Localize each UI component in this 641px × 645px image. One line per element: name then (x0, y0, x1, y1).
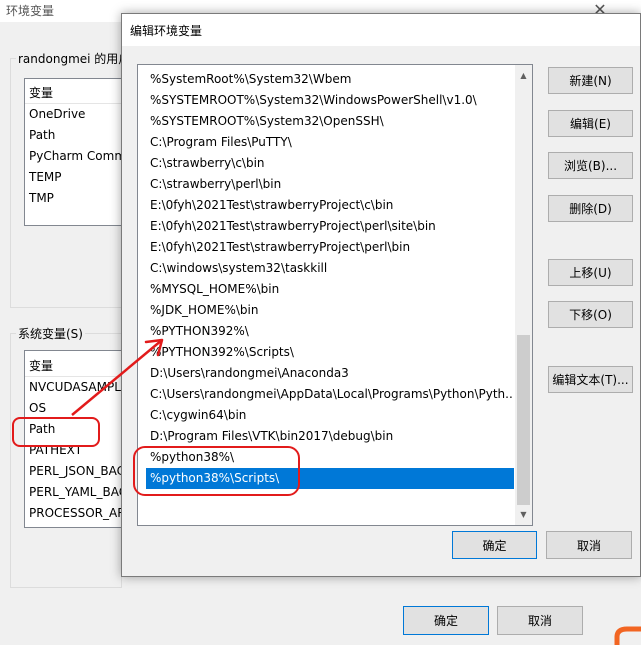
system-variable-row[interactable]: PERL_JSON_BAC (29, 464, 121, 478)
path-highlight-annotation (12, 417, 100, 447)
dialog-title: 编辑环境变量 (130, 24, 203, 38)
path-entry[interactable]: C:\windows\system32\taskkill (146, 258, 514, 279)
dialog-ok-button[interactable]: 确定 (452, 531, 537, 559)
path-entry[interactable]: E:\0fyh\2021Test\strawberryProject\perl\… (146, 237, 514, 258)
path-entry[interactable]: C:\Program Files\PuTTY\ (146, 132, 514, 153)
python38-entries-highlight-annotation (133, 446, 300, 496)
move-up-button[interactable]: 上移(U) (548, 259, 633, 286)
path-entry[interactable]: %SYSTEMROOT%\System32\WindowsPowerShell\… (146, 90, 514, 111)
vertical-scrollbar[interactable]: ▲ ▼ (515, 65, 532, 525)
path-entry[interactable]: D:\Program Files\VTK\bin2017\debug\bin (146, 426, 514, 447)
delete-button[interactable]: 删除(D) (548, 195, 633, 222)
dialog-titlebar: 编辑环境变量 (122, 14, 640, 46)
orange-logo-fragment (614, 626, 641, 645)
path-entry[interactable]: E:\0fyh\2021Test\strawberryProject\c\bin (146, 195, 514, 216)
user-variables-column-header: 变量 (29, 86, 54, 100)
new-button[interactable]: 新建(N) (548, 67, 633, 94)
edit-button[interactable]: 编辑(E) (548, 110, 633, 137)
user-variable-row[interactable]: Path (29, 128, 55, 142)
path-entry[interactable]: C:\strawberry\perl\bin (146, 174, 514, 195)
move-down-button[interactable]: 下移(O) (548, 301, 633, 328)
user-variable-row[interactable]: TMP (29, 191, 54, 205)
path-entry[interactable]: C:\Users\randongmei\AppData\Local\Progra… (146, 384, 514, 405)
path-entry[interactable]: %JDK_HOME%\bin (146, 300, 514, 321)
system-variable-row[interactable]: PERL_YAML_BAC (29, 485, 121, 499)
system-variable-row[interactable]: OS (29, 401, 46, 415)
path-entry[interactable]: %MYSQL_HOME%\bin (146, 279, 514, 300)
browse-button[interactable]: 浏览(B)... (548, 152, 633, 179)
scroll-down-arrow-icon[interactable]: ▼ (515, 506, 532, 523)
system-variable-row[interactable]: NVCUDASAMPL (29, 380, 121, 394)
user-variables-list[interactable]: 变量 OneDrive Path PyCharm Comm TEMP TMP (24, 78, 122, 226)
user-variable-row[interactable]: TEMP (29, 170, 62, 184)
scrollbar-thumb[interactable] (517, 335, 530, 505)
system-variable-row[interactable]: PROCESSOR_AR (29, 506, 121, 520)
system-variables-column-header: 变量 (29, 359, 54, 373)
user-variables-label: randongmei 的用户 (16, 50, 133, 67)
background-cancel-button[interactable]: 取消 (497, 606, 583, 635)
user-variable-row[interactable]: OneDrive (29, 107, 85, 121)
path-entry[interactable]: C:\cygwin64\bin (146, 405, 514, 426)
window-title: 环境变量 (6, 4, 55, 18)
path-entry[interactable]: D:\Users\randongmei\Anaconda3 (146, 363, 514, 384)
scroll-up-arrow-icon[interactable]: ▲ (515, 67, 532, 84)
path-entry[interactable]: C:\strawberry\c\bin (146, 153, 514, 174)
dialog-cancel-button[interactable]: 取消 (546, 531, 632, 559)
edit-text-button[interactable]: 编辑文本(T)... (548, 366, 633, 393)
path-entry[interactable]: E:\0fyh\2021Test\strawberryProject\perl\… (146, 216, 514, 237)
path-entry[interactable]: %SYSTEMROOT%\System32\OpenSSH\ (146, 111, 514, 132)
background-ok-button[interactable]: 确定 (403, 606, 489, 635)
path-entry[interactable]: %PYTHON392%\Scripts\ (146, 342, 514, 363)
system-variables-label: 系统变量(S) (16, 325, 85, 342)
path-entry[interactable]: %SystemRoot%\System32\Wbem (146, 69, 514, 90)
path-entry[interactable]: %PYTHON392%\ (146, 321, 514, 342)
user-variable-row[interactable]: PyCharm Comm (29, 149, 121, 163)
